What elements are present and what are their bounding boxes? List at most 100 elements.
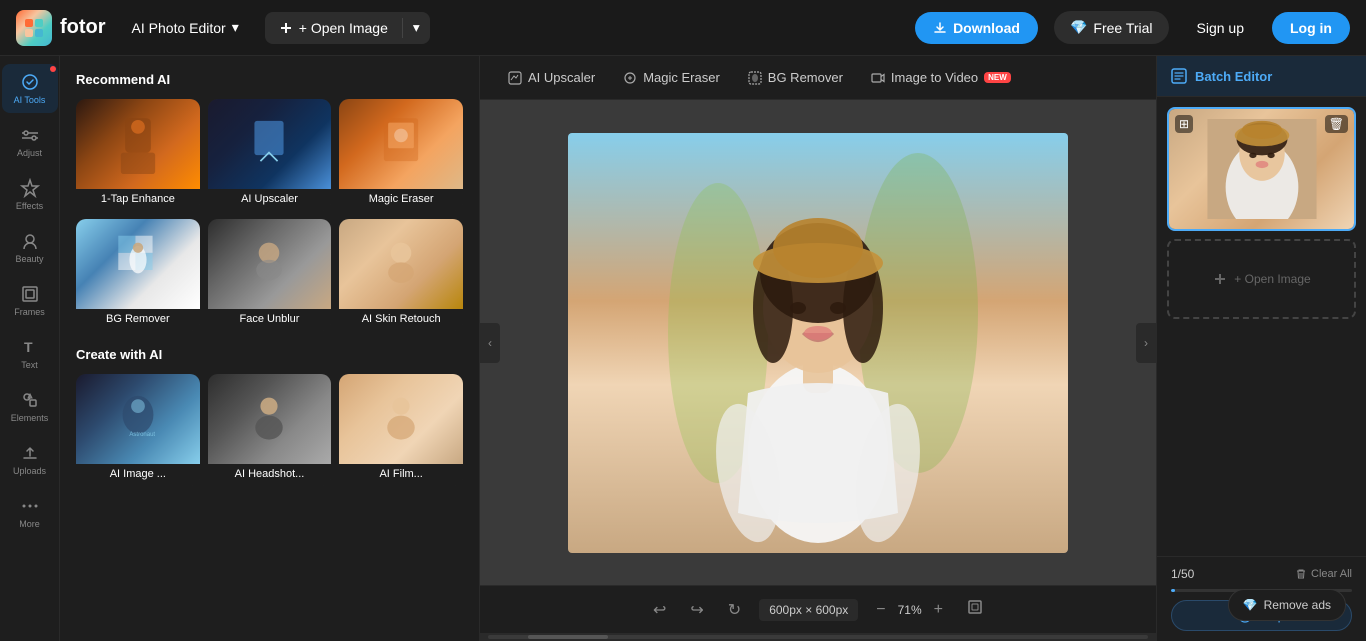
sidebar-label-more: More: [19, 519, 40, 529]
ai-tools-icon: [20, 72, 40, 92]
collapse-left-button[interactable]: ‹: [480, 323, 500, 363]
sidebar-item-uploads[interactable]: Uploads: [2, 435, 58, 484]
image-to-video-tool[interactable]: Image to Video NEW: [859, 64, 1023, 91]
free-trial-button[interactable]: 💎 Free Trial: [1054, 11, 1169, 44]
undo-icon: ↩: [653, 602, 666, 619]
progress-bar-fill: [1171, 589, 1175, 592]
undo-button[interactable]: ↩: [647, 594, 672, 626]
sidebar-item-beauty[interactable]: Beauty: [2, 223, 58, 272]
ai-card-upscaler-img: [208, 99, 332, 189]
image-to-video-tool-icon: [871, 71, 885, 85]
batch-count: 1/50: [1171, 567, 1194, 581]
sidebar-item-text[interactable]: T Text: [2, 329, 58, 378]
redo-button[interactable]: ↪: [684, 594, 709, 626]
ai-card-faceunblur[interactable]: Face Unblur: [208, 219, 332, 331]
ai-card-1tap-label: 1-Tap Enhance: [76, 189, 200, 211]
frames-icon: [20, 284, 40, 304]
app-title-label: AI Photo Editor: [132, 20, 226, 36]
signup-button[interactable]: Sign up: [1185, 12, 1256, 44]
clear-all-button[interactable]: Clear All: [1295, 568, 1352, 580]
sidebar-item-effects[interactable]: Effects: [2, 170, 58, 219]
sidebar-label-adjust: Adjust: [17, 148, 42, 158]
ai-card-ai3-img: [339, 374, 463, 464]
right-panel: Batch Editor: [1156, 56, 1366, 641]
login-button[interactable]: Log in: [1272, 12, 1350, 44]
ai-card-bgremove[interactable]: BG Remover: [76, 219, 200, 331]
person-svg: [658, 133, 978, 553]
bg-remover-tool-label: BG Remover: [768, 70, 843, 85]
ai-card-ai2-label: AI Headshot...: [208, 464, 332, 486]
recommend-ai-title: Recommend AI: [76, 72, 463, 87]
thumbnail-card[interactable]: ⊞ 🗑: [1167, 107, 1356, 231]
image-to-video-tool-label: Image to Video: [891, 70, 978, 85]
create-ai-grid: Astronaut AI Image ... AI Headshot...: [76, 374, 463, 486]
eraser-svg: [376, 114, 426, 174]
batch-editor-title: Batch Editor: [1195, 69, 1272, 84]
fit-screen-button[interactable]: [961, 593, 989, 626]
right-panel-content: ⊞ 🗑 + Open Image: [1157, 97, 1366, 556]
redo-icon: ↪: [690, 602, 703, 619]
ai-card-1tap[interactable]: 1-Tap Enhance: [76, 99, 200, 211]
magic-eraser-tool[interactable]: Magic Eraser: [611, 64, 732, 91]
bgremove-svg: [113, 234, 163, 294]
clear-all-label: Clear All: [1311, 568, 1352, 580]
ai-card-ai1-label: AI Image ...: [76, 464, 200, 486]
trash-icon: [1295, 568, 1307, 580]
ai3-svg: [376, 389, 426, 449]
sidebar-item-more[interactable]: More: [2, 488, 58, 537]
free-trial-label: Free Trial: [1093, 20, 1152, 36]
ai-card-skinretouch[interactable]: AI Skin Retouch: [339, 219, 463, 331]
ai-card-eraser-img: [339, 99, 463, 189]
refresh-button[interactable]: ↻: [722, 594, 747, 626]
add-image-card[interactable]: + Open Image: [1167, 239, 1356, 319]
svg-text:Astronaut: Astronaut: [129, 432, 155, 438]
create-ai-title: Create with AI: [76, 347, 463, 362]
more-icon: [20, 496, 40, 516]
batch-editor-icon: [1171, 68, 1187, 84]
sidebar-item-frames[interactable]: Frames: [2, 276, 58, 325]
collapse-right-button[interactable]: ›: [1136, 323, 1156, 363]
1tap-person-svg: [113, 114, 163, 174]
ai-upscaler-tool-icon: [508, 71, 522, 85]
canvas-size-label: 600px × 600px: [759, 599, 858, 621]
open-image-more-button[interactable]: ▾: [403, 12, 430, 44]
sidebar-label-beauty: Beauty: [15, 254, 43, 264]
header: fotor AI Photo Editor ▾ + Open Image ▾ D…: [0, 0, 1366, 56]
ai1-svg: Astronaut: [113, 389, 163, 449]
app-title-dropdown[interactable]: AI Photo Editor ▾: [122, 13, 249, 42]
fit-screen-icon: [967, 599, 983, 615]
ai-card-ai3[interactable]: AI Film...: [339, 374, 463, 486]
download-button[interactable]: Download: [915, 12, 1038, 44]
add-image-icon: [1212, 271, 1228, 287]
remove-ads-button[interactable]: 💎 Remove ads: [1228, 589, 1346, 621]
left-sidebar: AI Tools Adjust Effects: [0, 56, 60, 641]
zoom-in-button[interactable]: +: [928, 599, 949, 621]
open-image-button[interactable]: + Open Image: [265, 12, 402, 44]
canvas-area: AI Upscaler Magic Eraser BG Remover: [480, 56, 1156, 641]
ai-card-upscaler-label: AI Upscaler: [208, 189, 332, 211]
ai-card-eraser[interactable]: Magic Eraser: [339, 99, 463, 211]
zoom-out-button[interactable]: −: [870, 599, 891, 621]
ai-card-upscaler[interactable]: AI Upscaler: [208, 99, 332, 211]
ai-card-ai1[interactable]: Astronaut AI Image ...: [76, 374, 200, 486]
ai-card-ai2[interactable]: AI Headshot...: [208, 374, 332, 486]
main-canvas-photo: [568, 133, 1068, 553]
app-title-chevron: ▾: [232, 19, 239, 36]
thumbnail-delete-button[interactable]: 🗑: [1325, 115, 1348, 133]
canvas-toolbar: AI Upscaler Magic Eraser BG Remover: [480, 56, 1156, 100]
sidebar-item-ai-tools[interactable]: AI Tools: [2, 64, 58, 113]
sidebar-item-elements[interactable]: Elements: [2, 382, 58, 431]
sidebar-item-adjust[interactable]: Adjust: [2, 117, 58, 166]
batch-progress-row: 1/50 Clear All: [1171, 567, 1352, 581]
ai-upscaler-tool[interactable]: AI Upscaler: [496, 64, 607, 91]
ai2-svg: [244, 389, 294, 449]
sidebar-label-elements: Elements: [11, 413, 49, 423]
bg-remover-tool[interactable]: BG Remover: [736, 64, 855, 91]
add-image-label: + Open Image: [1234, 272, 1310, 286]
canvas-scrollbar[interactable]: [480, 633, 1156, 641]
ai-upscaler-tool-label: AI Upscaler: [528, 70, 595, 85]
thumbnail-person-svg: [1202, 119, 1322, 219]
skinretouch-svg: [376, 234, 426, 294]
sidebar-label-ai-tools: AI Tools: [14, 95, 46, 105]
ai-card-faceunblur-label: Face Unblur: [208, 309, 332, 331]
